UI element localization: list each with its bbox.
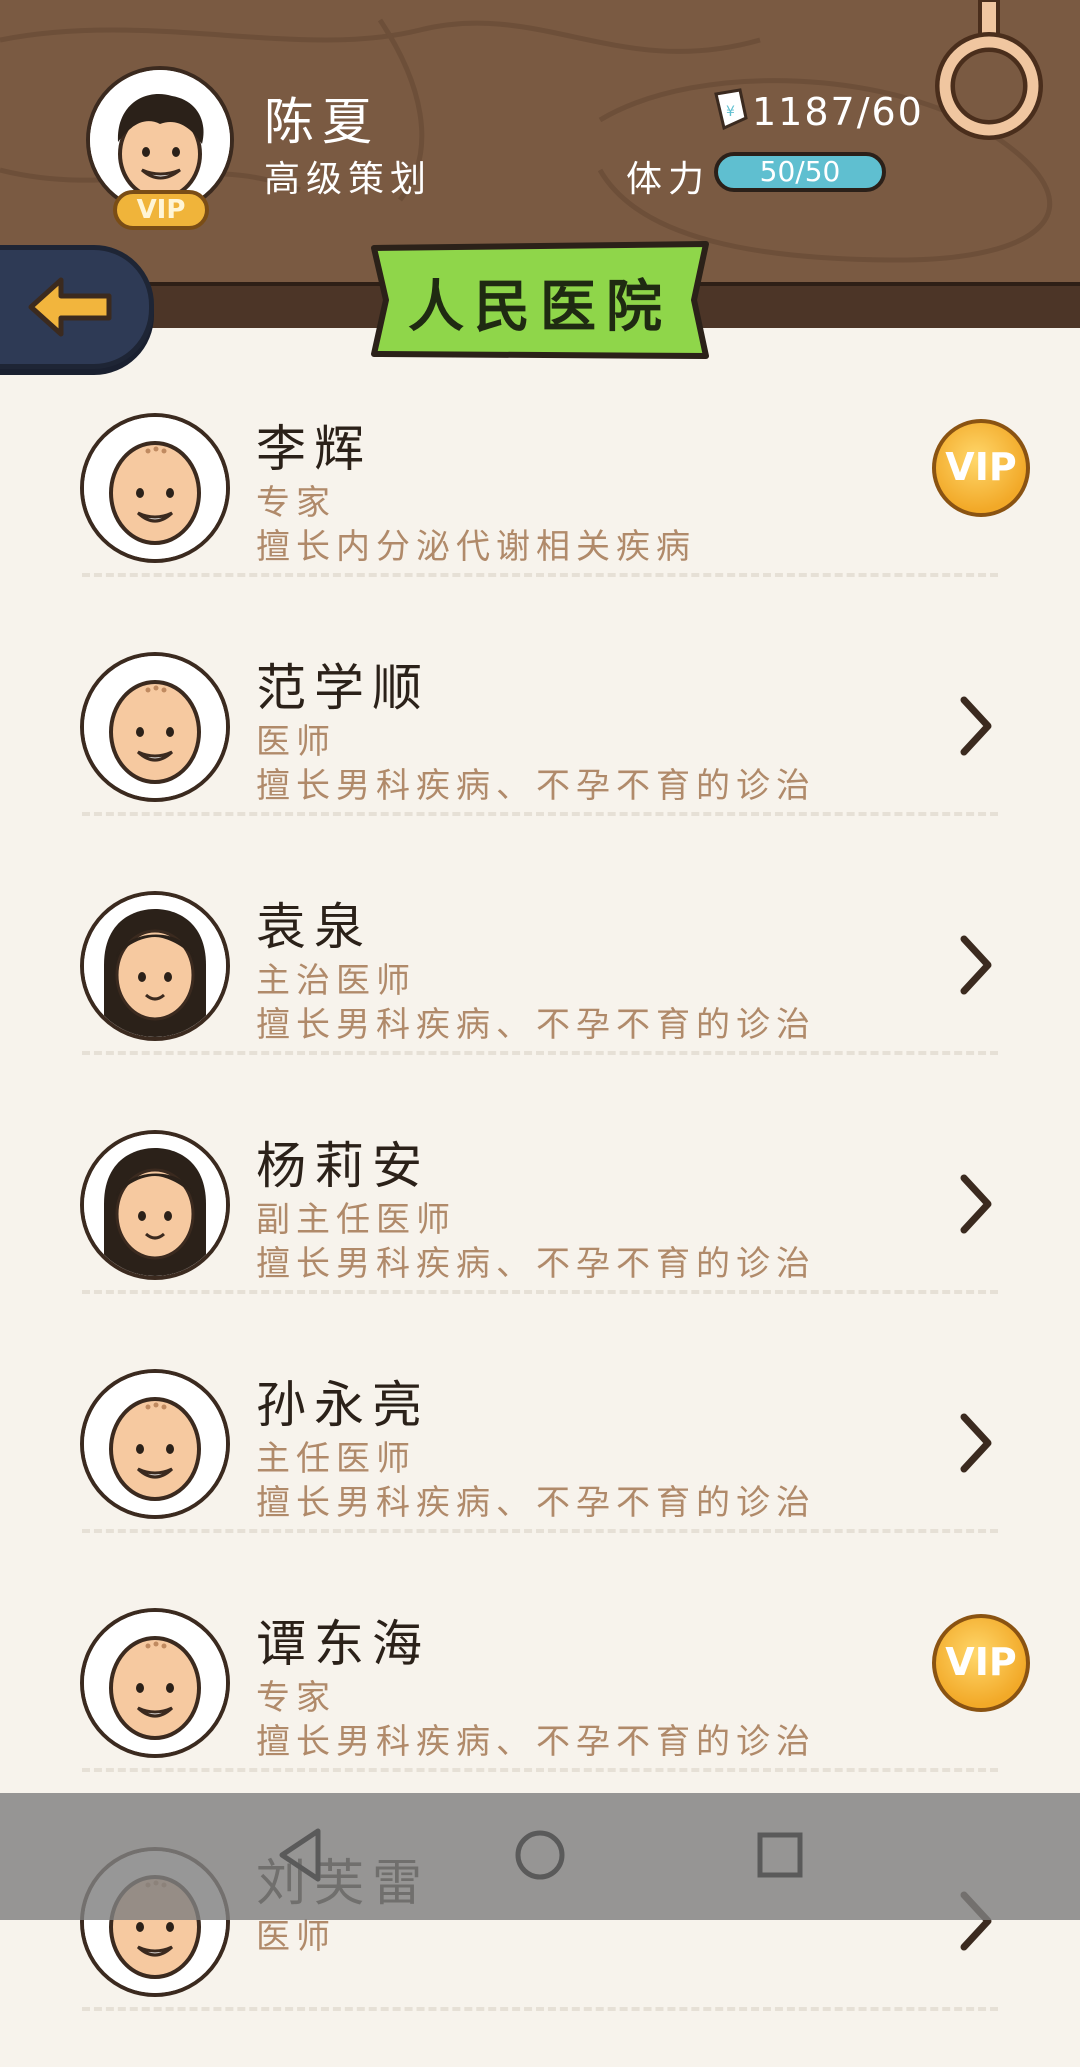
doctor-row[interactable]: 李辉专家 擅长内分泌代谢相关疾病 VIP (0, 395, 1080, 633)
vip-coin-icon[interactable]: VIP (932, 419, 1030, 517)
system-navbar (0, 1793, 1080, 1920)
doctor-specialty: 擅长男科疾病、不孕不育的诊治 (256, 1005, 816, 1045)
doctor-rank: 主任医师 (256, 1439, 416, 1479)
nav-back-icon[interactable] (270, 1825, 330, 1885)
doctor-name: 杨莉安 (256, 1137, 430, 1195)
row-divider (82, 812, 998, 816)
doctor-row[interactable]: 袁泉主治医师 擅长男科疾病、不孕不育的诊治 (0, 873, 1080, 1111)
player-name: 陈夏 (264, 93, 380, 151)
doctor-avatar (80, 1369, 230, 1519)
svg-text:¥: ¥ (726, 104, 735, 120)
doctor-rank: 专家 (256, 1678, 336, 1718)
hospital-banner: 人民医院 (368, 236, 712, 366)
doctor-specialty: 擅长男科疾病、不孕不育的诊治 (256, 1722, 816, 1762)
doctor-name: 孙永亮 (256, 1376, 430, 1434)
doctor-rank: 医师 (256, 722, 336, 762)
chevron-right-icon[interactable] (956, 694, 996, 762)
doctor-specialty: 擅长内分泌代谢相关疾病 (256, 527, 696, 567)
stamina-label: 体力 (626, 159, 711, 200)
chevron-right-icon[interactable] (956, 1411, 996, 1479)
row-divider (82, 1529, 998, 1533)
ring-icon[interactable] (930, 0, 1050, 150)
back-button[interactable] (0, 245, 154, 369)
doctor-rank: 专家 (256, 483, 336, 523)
doctor-row[interactable]: 杨莉安副主任医师 擅长男科疾病、不孕不育的诊治 (0, 1112, 1080, 1350)
vip-coin-icon[interactable]: VIP (932, 1614, 1030, 1712)
ticket-icon: ¥ (714, 88, 748, 131)
doctor-name: 李辉 (256, 420, 372, 478)
doctor-name: 谭东海 (256, 1615, 430, 1673)
doctor-rank: 主治医师 (256, 961, 416, 1001)
nav-recent-icon[interactable] (750, 1825, 810, 1885)
row-divider (82, 1768, 998, 1772)
back-arrow-icon (28, 277, 112, 337)
row-divider (82, 2007, 998, 2011)
nav-home-icon[interactable] (510, 1825, 570, 1885)
hospital-title: 人民医院 (408, 274, 672, 340)
chevron-right-icon[interactable] (956, 1172, 996, 1240)
row-divider (82, 1290, 998, 1294)
doctor-avatar (80, 413, 230, 563)
vip-badge: VIP (113, 190, 209, 230)
row-divider (82, 573, 998, 577)
doctor-specialty: 擅长男科疾病、不孕不育的诊治 (256, 766, 816, 806)
chevron-right-icon[interactable] (956, 933, 996, 1001)
doctor-specialty: 擅长男科疾病、不孕不育的诊治 (256, 1483, 816, 1523)
doctor-name: 袁泉 (256, 898, 372, 956)
row-divider (82, 1051, 998, 1055)
doctor-avatar (80, 891, 230, 1041)
stamina-bar: 50/50 (714, 152, 886, 192)
doctor-avatar (80, 1608, 230, 1758)
money-counter: 1187/60 (752, 90, 924, 134)
doctor-row[interactable]: 范学顺医师 擅长男科疾病、不孕不育的诊治 (0, 634, 1080, 872)
doctor-rank: 副主任医师 (256, 1200, 456, 1240)
doctor-avatar (80, 652, 230, 802)
player-title: 高级策划 (264, 159, 433, 200)
doctor-specialty: 擅长男科疾病、不孕不育的诊治 (256, 1244, 816, 1284)
doctor-row[interactable]: 孙永亮主任医师 擅长男科疾病、不孕不育的诊治 (0, 1351, 1080, 1589)
doctor-name: 范学顺 (256, 659, 430, 717)
doctor-avatar (80, 1130, 230, 1280)
